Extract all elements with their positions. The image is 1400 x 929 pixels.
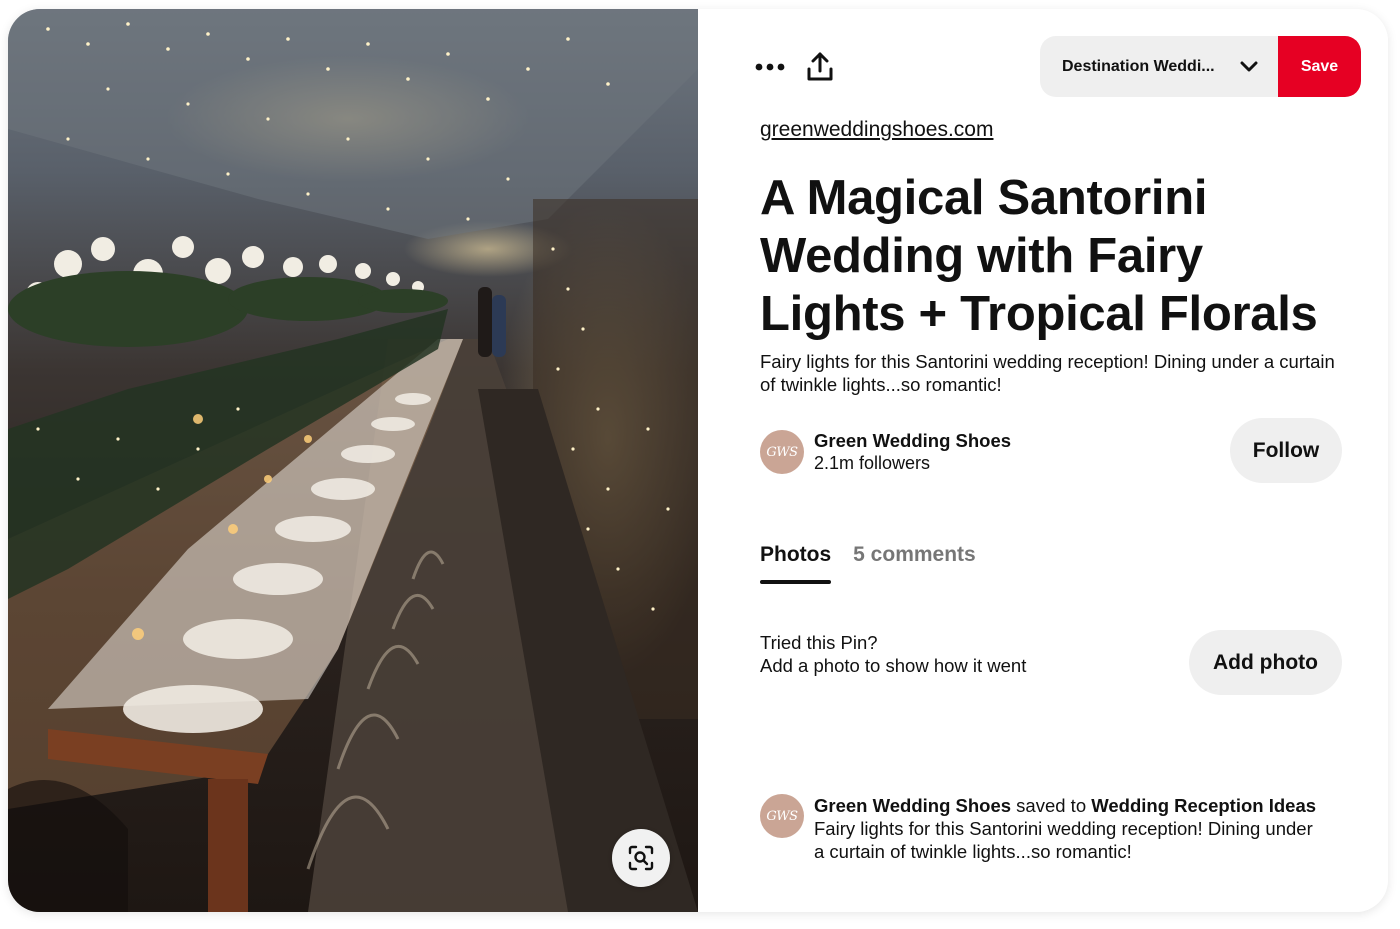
creator-followers: 2.1m followers — [814, 453, 931, 473]
save-button[interactable]: Save — [1278, 36, 1361, 97]
pin-details-panel: Destination Weddi... Save greenweddingsh… — [698, 9, 1388, 912]
tried-prompt: Add a photo to show how it went — [760, 655, 1027, 676]
pin-description: Fairy lights for this Santorini wedding … — [760, 351, 1335, 395]
visual-search-icon — [628, 845, 654, 871]
visual-search-button[interactable] — [612, 829, 670, 887]
tab-photos[interactable]: Photos — [760, 542, 832, 584]
creator-name[interactable]: Green Wedding Shoes — [814, 429, 1011, 452]
board-select-dropdown[interactable]: Destination Weddi... — [1040, 36, 1278, 97]
creator-info: GWS Green Wedding Shoes 2.1m followers — [760, 429, 1011, 475]
activity-user[interactable]: Green Wedding Shoes — [814, 795, 1011, 816]
tried-this-pin: Tried this Pin? Add a photo to show how … — [760, 631, 1026, 677]
chevron-down-icon — [1240, 61, 1258, 73]
share-upload-icon — [807, 52, 833, 81]
pin-closeup-card: Destination Weddi... Save greenweddingsh… — [8, 9, 1388, 912]
add-photo-button[interactable]: Add photo — [1189, 630, 1342, 695]
tried-question: Tried this Pin? — [760, 632, 878, 653]
pin-tabs: Photos 5 comments — [760, 542, 976, 584]
pin-title: A Magical Santorini Wedding with Fairy L… — [760, 171, 1318, 341]
pin-image[interactable] — [8, 9, 698, 912]
activity-avatar[interactable]: GWS — [760, 794, 804, 838]
more-options-button[interactable] — [750, 53, 790, 81]
activity-text: Green Wedding Shoes saved to Wedding Rec… — [814, 794, 1320, 863]
more-options-icon — [755, 63, 785, 71]
activity-item: GWS Green Wedding Shoes saved to Wedding… — [760, 794, 1320, 863]
wedding-reception-scene — [8, 9, 698, 912]
share-button[interactable] — [802, 49, 838, 85]
source-link[interactable]: greenweddingshoes.com — [760, 118, 993, 142]
follow-button[interactable]: Follow — [1230, 418, 1342, 483]
tab-comments[interactable]: 5 comments — [853, 542, 976, 568]
activity-board[interactable]: Wedding Reception Ideas — [1091, 795, 1316, 816]
activity-verb: saved to — [1016, 795, 1087, 816]
creator-avatar[interactable]: GWS — [760, 430, 804, 474]
board-save-control: Destination Weddi... Save — [1040, 36, 1361, 97]
board-select-label: Destination Weddi... — [1062, 57, 1215, 75]
activity-description: Fairy lights for this Santorini wedding … — [814, 818, 1313, 862]
